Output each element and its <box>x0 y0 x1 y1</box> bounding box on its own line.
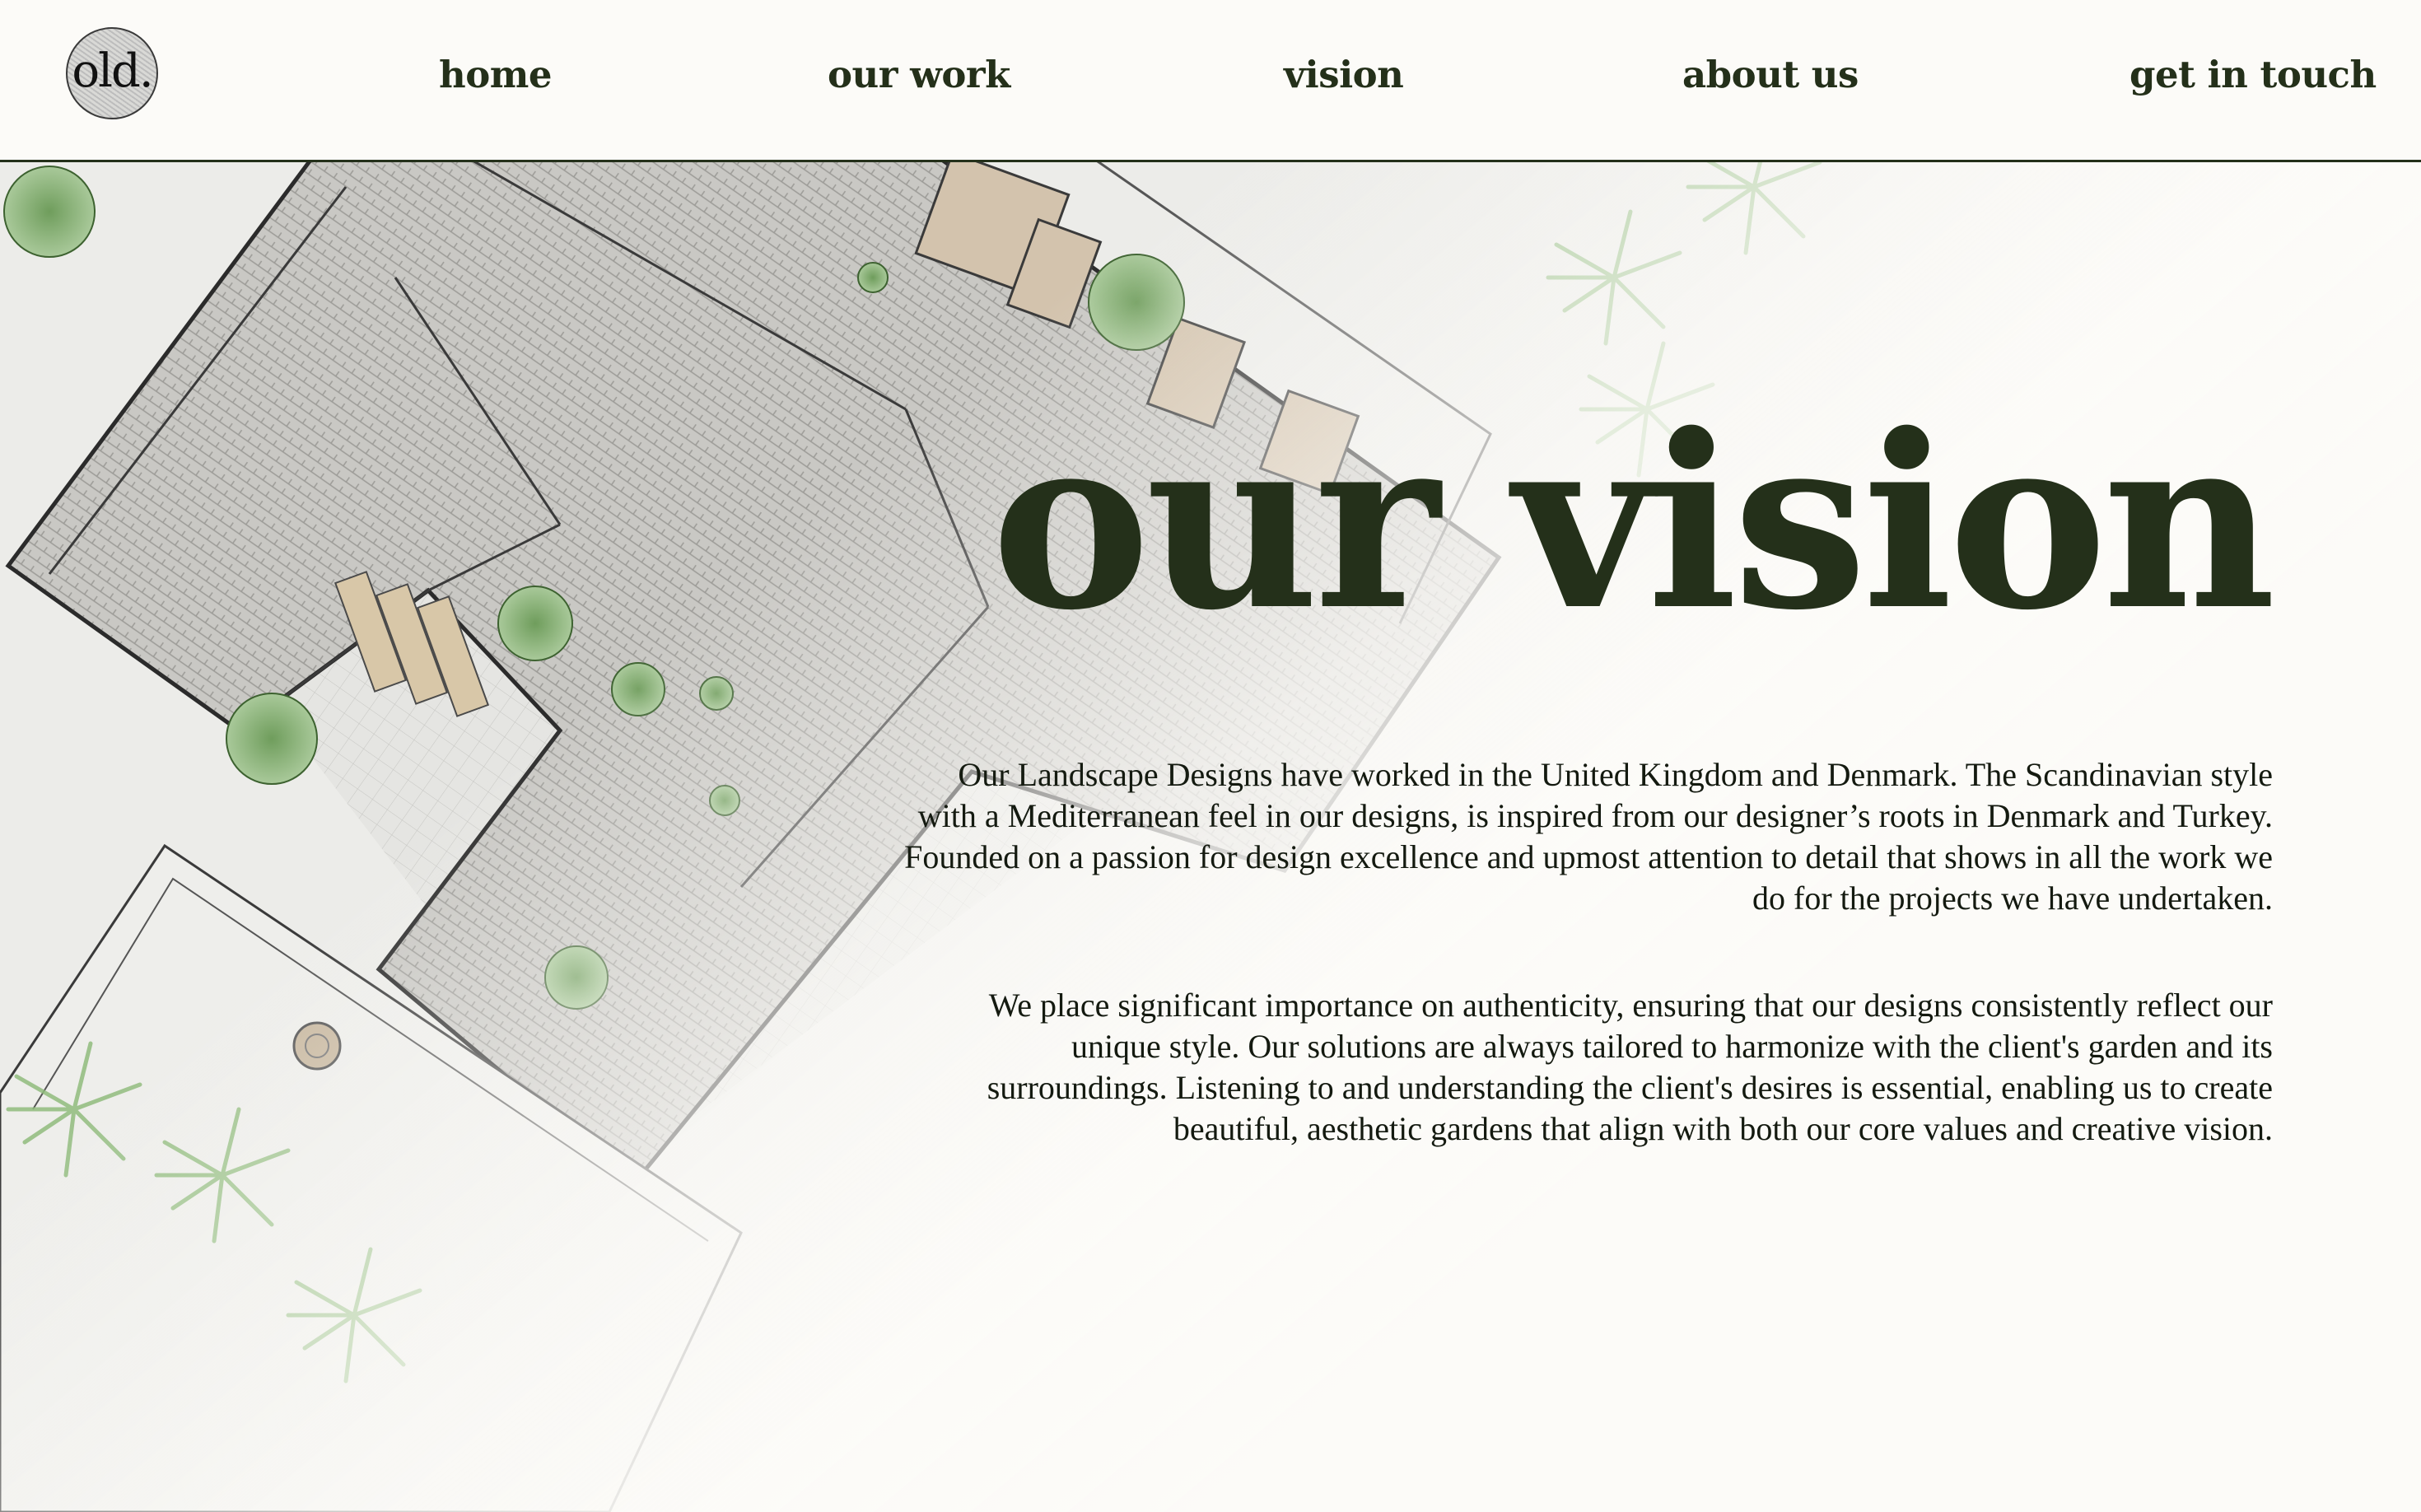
logo-text: old. <box>72 44 153 98</box>
values-paragraph: We place significant importance on authe… <box>987 987 2273 1147</box>
nav-home-link[interactable]: home <box>439 46 552 104</box>
nav-our-work-link[interactable]: our work <box>828 46 1010 104</box>
page-title: our vision <box>991 383 2276 663</box>
nav-vision-link[interactable]: vision <box>1284 46 1404 104</box>
nav-get-in-touch-link[interactable]: get in touch <box>2129 46 2377 104</box>
intro-paragraph: Our Landscape Designs have worked in the… <box>904 756 2273 917</box>
nav-about-us-link[interactable]: about us <box>1682 46 1859 104</box>
site-header: old. home our work vision about us get i… <box>0 0 2421 162</box>
logo[interactable]: old. <box>66 27 158 119</box>
